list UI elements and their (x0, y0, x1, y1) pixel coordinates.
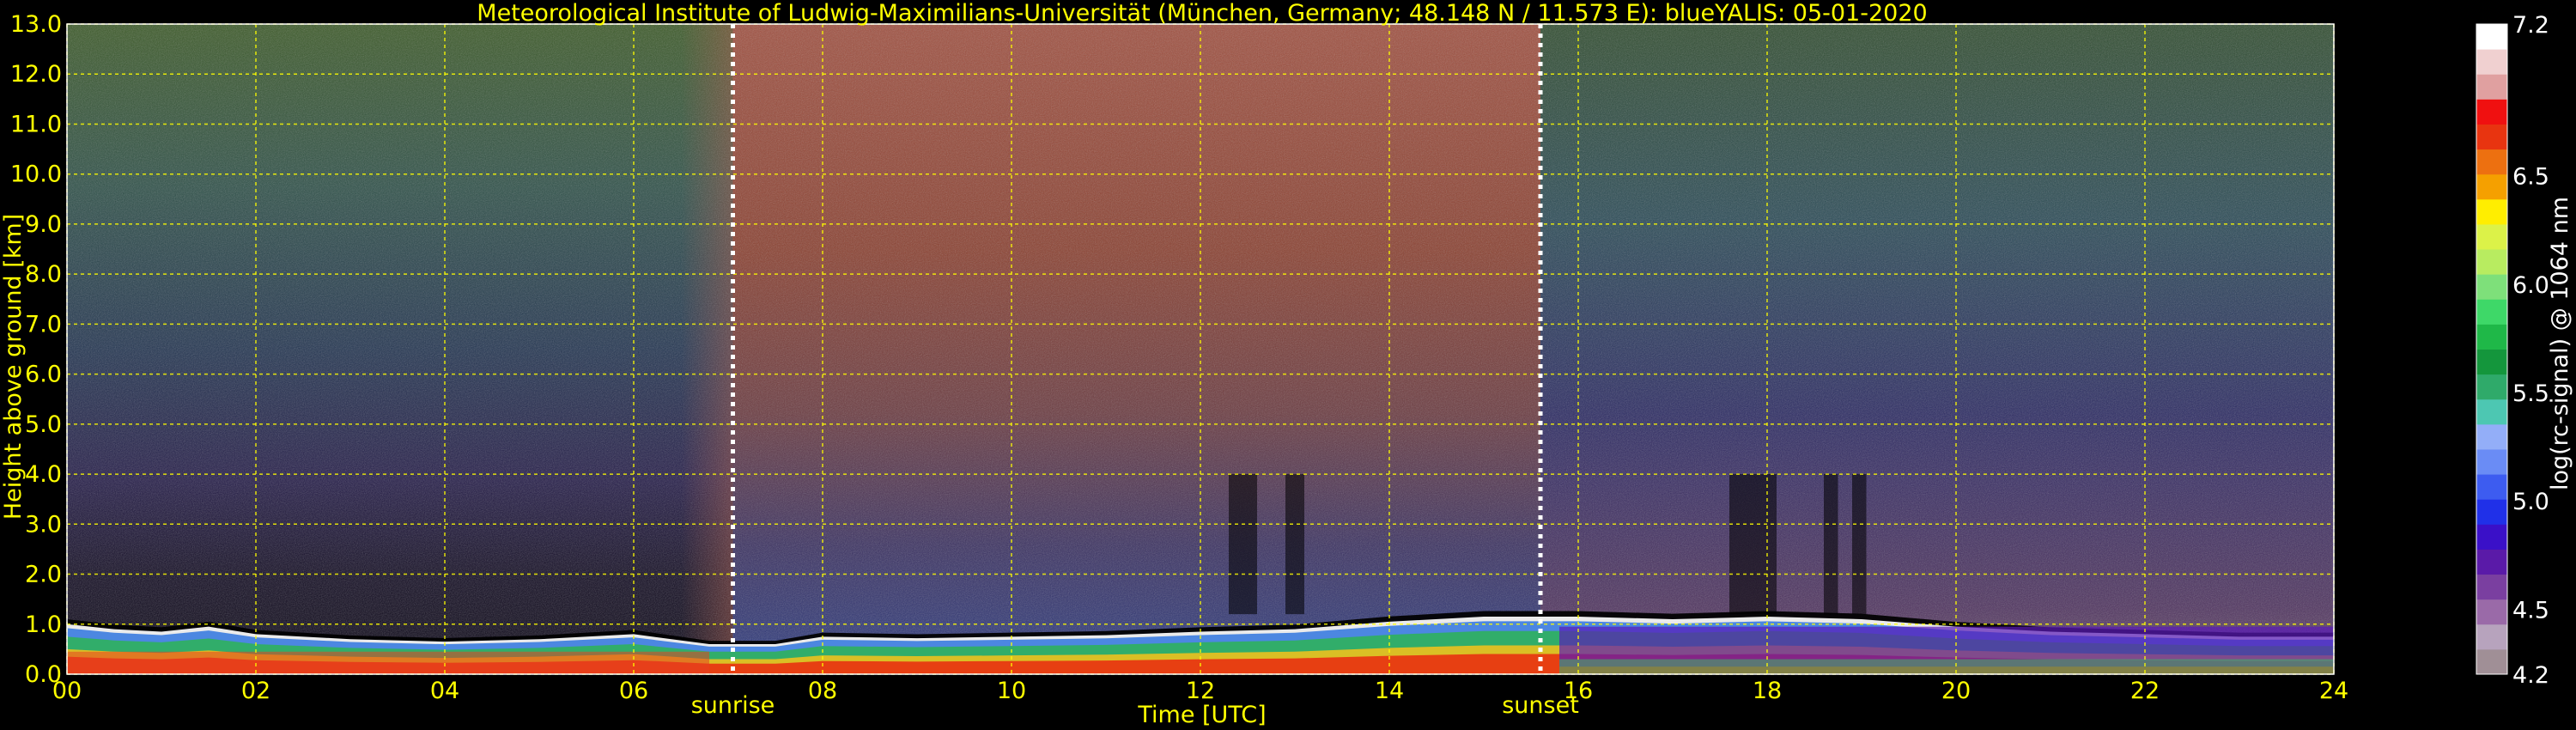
dark-streak (1285, 474, 1304, 615)
colorbar-swatch (2476, 198, 2507, 225)
x-tick-label: 16 (1564, 678, 1593, 704)
dark-streak (1729, 474, 1777, 615)
y-tick-label: 11.0 (10, 111, 62, 137)
y-tick-label: 3.0 (25, 511, 62, 538)
colorbar-swatch (2476, 24, 2507, 50)
colorbar-tick-label: 6.5 (2512, 164, 2549, 191)
colorbar-swatch (2476, 624, 2507, 650)
x-tick-label: 24 (2319, 678, 2348, 704)
colorbar-swatch (2476, 223, 2507, 250)
colorbar-swatch (2476, 648, 2507, 675)
colorbar-swatch (2476, 149, 2507, 175)
night-left-warm (67, 651, 709, 674)
colorbar-swatch (2476, 374, 2507, 400)
colorbar-tick-label: 5.5 (2512, 380, 2549, 407)
colorbar-swatch (2476, 274, 2507, 300)
colorbar-swatch (2476, 599, 2507, 625)
colorbar-swatch (2476, 549, 2507, 575)
colorbar-swatch (2476, 474, 2507, 500)
colorbar-tick-label: 4.2 (2512, 662, 2549, 689)
colorbar-swatch (2476, 74, 2507, 100)
y-axis-label: Height above ground [km] (0, 214, 27, 520)
x-tick-label: 20 (1941, 678, 1971, 704)
x-tick-label: 00 (52, 678, 82, 704)
colorbar-swatch (2476, 499, 2507, 525)
x-tick-label: 22 (2130, 678, 2160, 704)
x-axis-label: Time [UTC] (1137, 702, 1266, 728)
y-tick-label: 12.0 (10, 61, 62, 88)
y-tick-label: 6.0 (25, 362, 62, 388)
x-tick-label: 04 (430, 678, 459, 704)
y-tick-label: 1.0 (25, 611, 62, 638)
colorbar-swatch (2476, 249, 2507, 275)
sunrise-label: sunrise (691, 692, 775, 719)
y-tick-label: 7.0 (25, 311, 62, 338)
colorbar-swatch (2476, 524, 2507, 550)
dark-streak (1229, 474, 1257, 615)
colorbar-swatch (2476, 349, 2507, 375)
chart-title: Meteorological Institute of Ludwig-Maxim… (477, 0, 1927, 27)
y-tick-label: 9.0 (25, 211, 62, 238)
colorbar: 4.2 4.5 5.0 5.5 6.0 6.5 7.2 (2476, 12, 2549, 689)
colorbar-swatch (2476, 574, 2507, 600)
colorbar-swatch (2476, 173, 2507, 200)
y-tick-label: 13.0 (10, 11, 62, 38)
colorbar-swatch (2476, 324, 2507, 350)
y-tick-label: 10.0 (10, 161, 62, 188)
dark-streak (1852, 474, 1867, 615)
evening-green-base (1559, 659, 2334, 674)
colorbar-swatch (2476, 299, 2507, 325)
x-tick-label: 02 (241, 678, 270, 704)
lidar-chart: sunrise sunset 0.01.02.03.04.05.06.07.08.… (0, 0, 2573, 728)
colorbar-tick-label: 5.0 (2512, 489, 2549, 515)
y-tick-label: 4.0 (25, 461, 62, 488)
colorbar-label: log(rc-signal) @ 1064 nm (2547, 197, 2573, 490)
x-tick-label: 10 (997, 678, 1026, 704)
y-tick-label: 5.0 (25, 411, 62, 438)
colorbar-swatch (2476, 423, 2507, 450)
y-tick-label: 8.0 (25, 261, 62, 288)
colorbar-swatch (2476, 99, 2507, 125)
x-tick-label: 08 (808, 678, 837, 704)
y-tick-label: 2.0 (25, 562, 62, 588)
colorbar-swatch (2476, 398, 2507, 425)
x-tick-label: 12 (1186, 678, 1215, 704)
colorbar-swatch (2476, 124, 2507, 150)
colorbar-swatch (2476, 448, 2507, 475)
colorbar-tick-label: 7.2 (2512, 12, 2549, 39)
colorbar-tick-label: 4.5 (2512, 597, 2549, 624)
x-tick-label: 14 (1375, 678, 1404, 704)
dark-streak (1824, 474, 1838, 615)
colorbar-swatch (2476, 49, 2507, 75)
x-tick-label: 18 (1753, 678, 1782, 704)
x-tick-label: 06 (619, 678, 648, 704)
colorbar-tick-label: 6.0 (2512, 272, 2549, 299)
